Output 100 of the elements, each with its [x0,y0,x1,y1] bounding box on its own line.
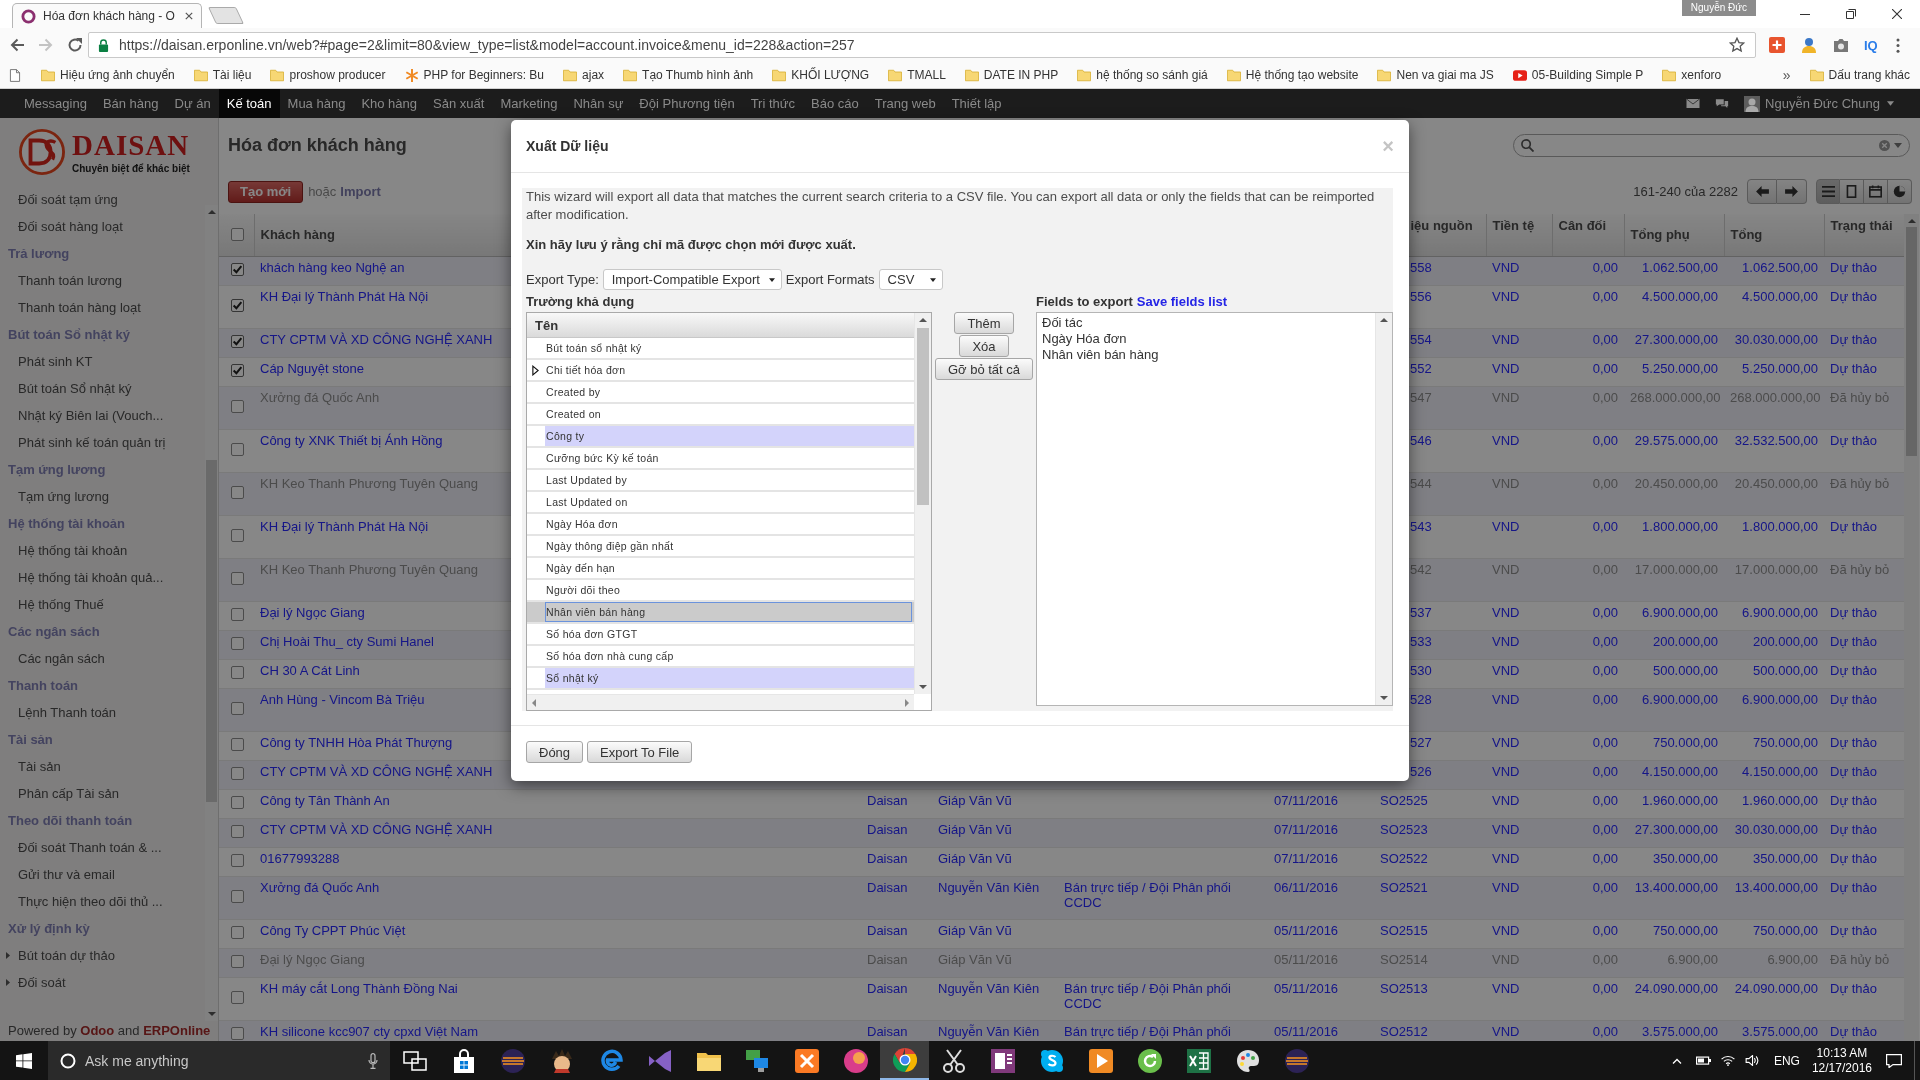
menu-link[interactable]: Gửi thư và email [0,861,115,888]
import-link[interactable]: Import [340,184,381,199]
plus-tile-icon[interactable] [1769,37,1785,53]
field-list-item[interactable]: Sổ nhật ký [527,668,914,690]
menu-link[interactable]: Hệ thống tài khoản [0,537,128,564]
chat-bubble-icon[interactable] [1715,98,1730,109]
chevron-up-icon[interactable] [1671,1057,1682,1064]
menu-link[interactable]: Thanh toán lương [0,267,122,294]
view-switch-button[interactable] [1840,179,1864,204]
bookmark-item[interactable]: Nen va giai ma JS [1377,68,1494,82]
row-checkbox[interactable] [231,738,244,751]
save-fields-link[interactable]: Save fields list [1136,294,1228,310]
microphone-icon[interactable] [368,1052,378,1069]
field-list-item[interactable]: Last Updated on [527,492,914,514]
field-list-item[interactable]: Nhân viên bán hàng [527,602,914,624]
user-menu[interactable]: Nguyễn Đức Chung [1765,96,1880,111]
row-checkbox[interactable] [231,335,244,348]
row-checkbox[interactable] [231,400,244,413]
bookmark-item[interactable]: DATE IN PHP [964,68,1059,82]
bookmark-item[interactable]: PHP for Beginners: Bu [404,68,545,82]
menu-item[interactable]: Sản xuất [425,89,493,118]
menu-item[interactable]: Trang web [866,89,944,118]
menu-link[interactable]: Nhật ký Biên lai (Vouch... [0,402,164,429]
view-switch-button[interactable] [1864,179,1888,204]
row-checkbox[interactable] [231,263,244,276]
menu-item[interactable]: Thiết lập [943,89,1010,118]
customer-name[interactable]: Anh Hùng - Vincom Bà Triệu [260,691,425,707]
speaker-icon[interactable] [1743,1055,1760,1066]
menu-link[interactable]: Đối soát [0,969,66,996]
customer-name[interactable]: CH 30 A Cát Linh [260,662,360,678]
menu-item[interactable]: Messaging [16,89,95,118]
extension-label[interactable]: IQ [1864,37,1878,53]
row-checkbox[interactable] [231,991,244,1004]
row-checkbox[interactable] [231,572,244,585]
menu-link[interactable]: Phát sinh kế toán quản trị [0,429,166,456]
export-field-item[interactable]: Đối tác [1042,315,1083,331]
profile-button[interactable]: Nguyễn Đức [1681,0,1756,16]
restore-icon[interactable] [1846,9,1856,19]
menu-icon[interactable] [1895,37,1900,53]
row-checkbox[interactable] [231,796,244,809]
more-bookmarks-button[interactable]: » [1782,67,1791,83]
horizontal-scrollbar[interactable] [527,694,914,710]
bookmark-item[interactable]: Hiệu ứng ảnh chuyển [41,68,175,82]
row-checkbox[interactable] [231,1027,244,1040]
menu-link[interactable]: Thanh toán hàng loạt [0,294,141,321]
row-checkbox[interactable] [231,529,244,542]
menu-link[interactable]: Đối soát hàng loạt [0,213,123,240]
menu-item[interactable]: Mua hàng [279,89,354,118]
bookmark-item[interactable]: KHỐI LƯỢNG [772,68,870,82]
windows-logo-icon[interactable] [16,1052,32,1069]
notification-icon[interactable] [1886,1053,1902,1068]
menu-item[interactable]: Kế toán [218,89,280,118]
bookmark-item[interactable]: ajax [563,68,605,82]
view-switch-button[interactable] [1816,179,1840,204]
column-header[interactable]: Khách hàng [260,227,335,243]
select-all-checkbox[interactable] [231,228,244,242]
page-icon[interactable] [8,68,22,82]
export-type-dropdown[interactable]: Import-Compatible Export [602,269,782,290]
menu-link[interactable]: Lệnh Thanh toán [0,699,117,726]
field-list-item[interactable]: Chi tiết hóa đơn [527,360,914,382]
row-checkbox[interactable] [231,890,244,903]
view-switch-button[interactable] [1888,179,1912,204]
next-button[interactable] [1777,179,1807,204]
clock[interactable]: 10:13 AM 12/17/2016 [1811,1045,1872,1076]
bookmark-item[interactable]: Dấu trang khác [1809,68,1910,82]
create-button[interactable]: Tạo mới [228,180,304,203]
customer-name[interactable]: Chị Hoài Thu_ cty Sumi Hanel [260,633,434,649]
battery-icon[interactable] [1695,1055,1712,1066]
export-field-item[interactable]: Ngày Hóa đơn [1042,331,1127,347]
bookmark-item[interactable]: 05-Building Simple P [1512,68,1644,82]
row-checkbox[interactable] [231,926,244,939]
bookmark-item[interactable]: xenforo [1662,68,1722,82]
row-checkbox[interactable] [231,299,244,312]
row-checkbox[interactable] [231,666,244,679]
row-checkbox[interactable] [231,767,244,780]
address-bar[interactable]: https://daisan.erponline.vn/web?#page=2&limit=80&view_type=list&model=account.invoice&menu_id=228&action=257 [88,32,1756,58]
field-list-item[interactable]: Cưỡng bức Kỳ kế toán [527,448,914,470]
field-list-item[interactable]: Ngày Hóa đơn [527,514,914,536]
vertical-scrollbar[interactable] [1904,214,1919,1041]
customer-name[interactable]: KH Đại lý Thành Phát Hà Nội [260,288,429,304]
menu-item[interactable]: Kho hàng [353,89,426,118]
menu-item[interactable]: Đội Phương tiện [631,89,743,118]
customer-name[interactable]: KH máy cắt Long Thành Đồng Nai [260,980,458,996]
menu-link[interactable]: Tài sản [0,753,61,780]
star-icon[interactable] [1729,37,1745,53]
customer-name[interactable]: Đại lý Ngọc Giang [260,604,365,620]
caret-icon[interactable] [1894,142,1902,148]
customer-name[interactable]: Xưởng đá Quốc Anh [260,879,380,895]
dialog-button[interactable]: Đóng [526,741,584,763]
mail-icon[interactable] [1686,98,1701,109]
wifi-icon[interactable] [1719,1055,1736,1066]
row-checkbox[interactable] [231,486,244,499]
reload-icon[interactable] [67,37,83,53]
customer-name[interactable]: CTY CPTM VÀ XD CÔNG NGHỆ XANH [260,331,493,347]
menu-link[interactable]: Thực hiện theo dõi thủ ... [0,888,163,915]
add-button[interactable]: Thêm [954,312,1014,334]
close-icon[interactable] [1892,9,1902,19]
customer-name[interactable]: KH Đại lý Thành Phát Hà Nội [260,518,429,534]
export-field-item[interactable]: Nhân viên bán hàng [1042,347,1159,363]
row-checkbox[interactable] [231,854,244,867]
